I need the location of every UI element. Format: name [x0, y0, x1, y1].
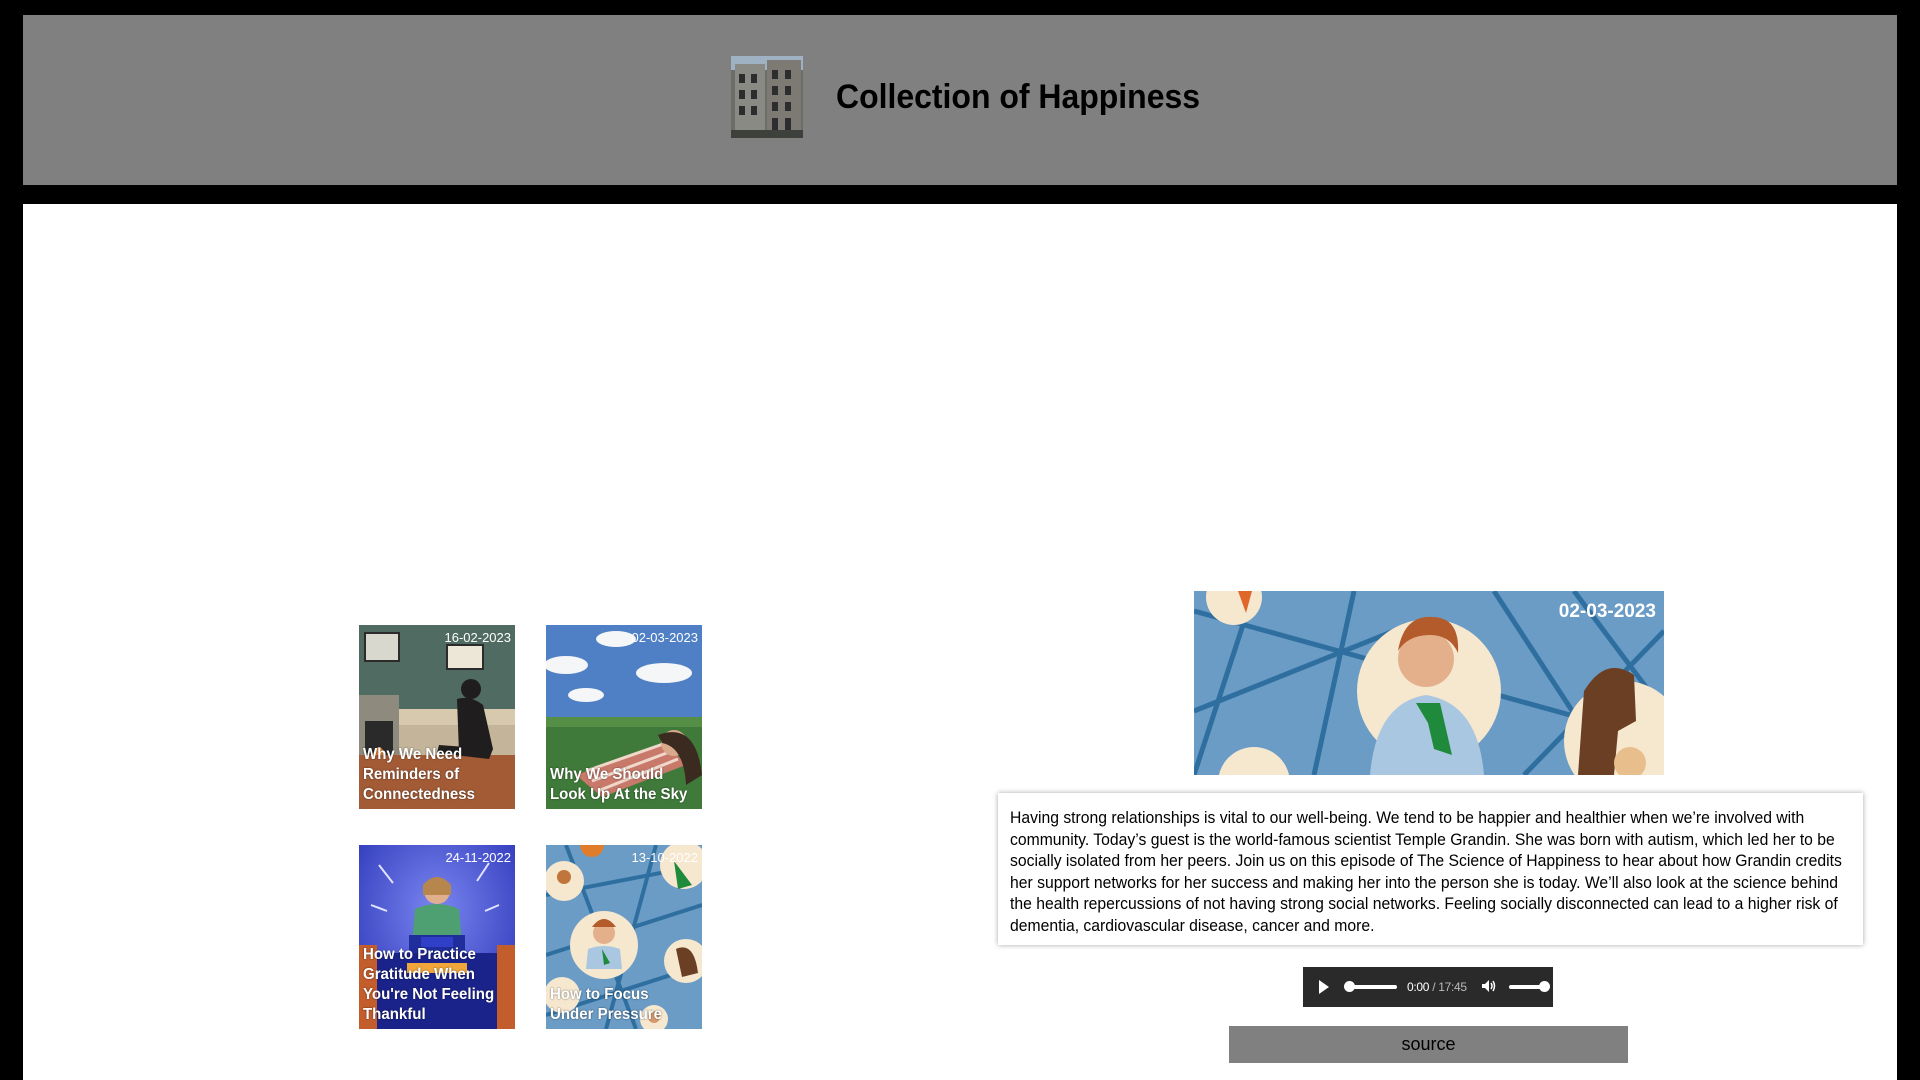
- audio-progress-slider[interactable]: [1344, 981, 1397, 992]
- time-separator: /: [1429, 980, 1439, 994]
- duration: 17:45: [1438, 980, 1467, 994]
- main-content: 16-02-2023 Why We Need Reminders of Conn…: [23, 204, 1897, 1080]
- card-title: Why We Need Reminders of Connectedness: [363, 746, 475, 803]
- card-date: 02-03-2023: [631, 630, 699, 645]
- play-icon[interactable]: [1319, 980, 1329, 994]
- featured-episode-image: 02-03-2023: [1194, 591, 1664, 775]
- source-button[interactable]: source: [1229, 1026, 1628, 1063]
- volume-icon[interactable]: [1481, 979, 1497, 996]
- card-title: Why We Should Look Up At the Sky: [550, 766, 688, 803]
- page-title: Collection of Happiness: [836, 78, 1201, 116]
- progress-knob[interactable]: [1344, 981, 1355, 992]
- featured-date: 02-03-2023: [1558, 601, 1656, 622]
- volume-slider[interactable]: [1508, 981, 1550, 992]
- episode-card[interactable]: 16-02-2023 Why We Need Reminders of Conn…: [359, 625, 515, 809]
- episode-card[interactable]: 24-11-2022 How to Practice Gratitude Whe…: [359, 845, 515, 1029]
- card-date: 16-02-2023: [444, 630, 512, 645]
- site-header: Collection of Happiness: [23, 15, 1897, 185]
- card-date: 24-11-2022: [445, 850, 511, 865]
- description-text: Having strong relationships is vital to …: [1010, 808, 1842, 935]
- audio-player[interactable]: 0:00 / 17:45: [1303, 967, 1553, 1007]
- logo: [731, 56, 803, 138]
- volume-knob[interactable]: [1538, 981, 1550, 992]
- card-date: 13-10-2022: [631, 850, 699, 865]
- episode-description: Having strong relationships is vital to …: [998, 793, 1863, 945]
- card-title: How to Practice Gratitude When You're No…: [363, 946, 495, 1023]
- card-title: How to Focus Under Pressure: [550, 986, 663, 1023]
- audio-time: 0:00 / 17:45: [1407, 980, 1467, 994]
- episode-card[interactable]: 13-10-2022 How to Focus Under Pressure: [546, 845, 702, 1029]
- current-time: 0:00: [1407, 980, 1430, 994]
- episode-card[interactable]: 02-03-2023 Why We Should Look Up At the …: [546, 625, 702, 809]
